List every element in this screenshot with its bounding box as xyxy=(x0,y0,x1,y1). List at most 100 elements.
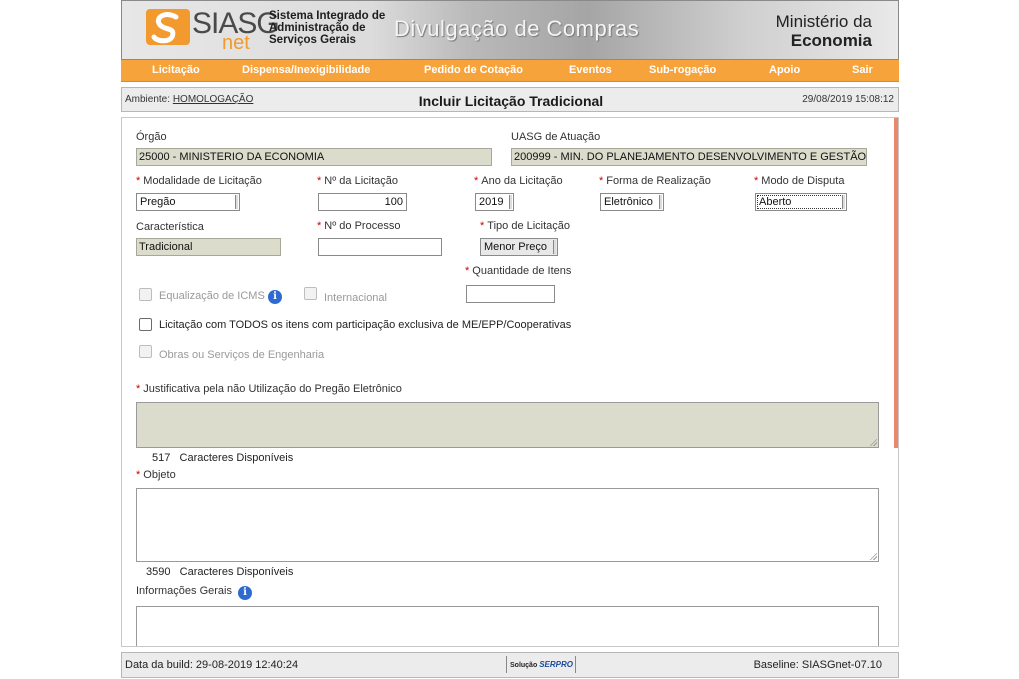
ano-label-text: Ano da Licitação xyxy=(481,175,563,187)
processo-label-text: Nº do Processo xyxy=(324,220,401,232)
forma-select[interactable]: Eletrônico xyxy=(600,193,664,211)
ano-value: 2019 xyxy=(479,196,504,208)
resize-grip-icon[interactable] xyxy=(869,646,877,647)
app-frame: SIASG net Sistema Integrado de Administr… xyxy=(121,0,899,679)
internacional-label: Internacional xyxy=(324,292,387,304)
required-mark: * xyxy=(317,175,322,187)
baseline-version: Baseline: SIASGnet-07.10 xyxy=(753,659,882,671)
serpro-brand: SERPRO xyxy=(539,660,573,669)
objeto-textarea[interactable] xyxy=(136,488,879,562)
build-date: Data da build: 29-08-2019 12:40:24 xyxy=(125,659,299,671)
modalidade-label-text: Modalidade de Licitação xyxy=(143,175,262,187)
forma-label-text: Forma de Realização xyxy=(606,175,711,187)
modalidade-select[interactable]: Pregão xyxy=(136,193,240,211)
dropdown-arrow-icon xyxy=(235,195,238,209)
informacoes-label: Informações Gerais xyxy=(136,585,232,597)
uasg-field: 200999 - MIN. DO PLANEJAMENTO DESENVOLVI… xyxy=(511,148,867,166)
system-name: Sistema Integrado de Administração de Se… xyxy=(269,10,386,46)
main-nav: Licitação Dispensa/Inexigibilidade Pedid… xyxy=(121,60,899,82)
required-mark: * xyxy=(136,383,141,395)
uasg-label: UASG de Atuação xyxy=(511,131,601,143)
obras-label: Obras ou Serviços de Engenharia xyxy=(159,349,325,361)
required-mark: * xyxy=(317,220,322,232)
justificativa-label: * Justificativa pela não Utilização do Pr… xyxy=(136,383,402,395)
ano-select[interactable]: 2019 xyxy=(475,193,514,211)
serpro-logo: Solução SERPRO xyxy=(506,656,576,673)
objeto-count-value: 3590 xyxy=(146,566,171,578)
informacoes-textarea[interactable] xyxy=(136,606,879,647)
nav-item-eventos[interactable]: Eventos xyxy=(569,64,612,76)
tipo-value: Menor Preço xyxy=(484,241,547,253)
objeto-count: 3590 Caracteres Disponíveis xyxy=(146,566,293,578)
modalidade-value: Pregão xyxy=(140,196,176,208)
numero-label: * Nº da Licitação xyxy=(317,175,398,187)
dropdown-arrow-icon xyxy=(842,195,845,209)
current-datetime: 29/08/2019 15:08:12 xyxy=(802,94,894,105)
numero-input[interactable]: 100 xyxy=(318,193,407,211)
ministry-line2: Economia xyxy=(790,31,872,50)
required-mark: * xyxy=(136,175,141,187)
siasg-logo-icon xyxy=(146,9,190,45)
tipo-label-text: Tipo de Licitação xyxy=(487,220,571,232)
page-title: Incluir Licitação Tradicional xyxy=(418,93,604,109)
required-mark: * xyxy=(136,469,141,481)
me-epp-checkbox[interactable] xyxy=(139,318,152,331)
objeto-count-label: Caracteres Disponíveis xyxy=(179,566,294,578)
objeto-label-text: Objeto xyxy=(143,469,176,481)
tipo-select[interactable]: Menor Preço xyxy=(480,238,558,256)
modo-select[interactable]: Aberto xyxy=(755,193,847,211)
scrollbar[interactable] xyxy=(894,118,898,448)
modalidade-label: * Modalidade de Licitação xyxy=(136,175,262,187)
nav-item-apoio[interactable]: Apoio xyxy=(769,64,800,76)
caracteristica-label: Característica xyxy=(136,221,204,233)
modo-label-text: Modo de Disputa xyxy=(761,175,845,187)
modo-label: * Modo de Disputa xyxy=(754,175,844,187)
required-mark: * xyxy=(599,175,604,187)
orgao-label: Órgão xyxy=(136,131,167,143)
internacional-checkbox[interactable] xyxy=(304,287,317,300)
required-mark: * xyxy=(465,265,470,277)
nav-item-pedido-cotacao[interactable]: Pedido de Cotação xyxy=(424,64,523,76)
forma-label: * Forma de Realização xyxy=(599,175,711,187)
nav-item-licitacao[interactable]: Licitação xyxy=(152,64,200,76)
quantidade-label-text: Quantidade de Itens xyxy=(472,265,572,277)
justificativa-textarea[interactable] xyxy=(136,402,879,448)
serpro-prefix: Solução xyxy=(510,662,538,669)
ministry-line1: Ministério da xyxy=(775,12,872,31)
obras-checkbox[interactable] xyxy=(139,345,152,358)
nav-item-sub-rogacao[interactable]: Sub-rogação xyxy=(649,64,716,76)
resize-grip-icon[interactable] xyxy=(869,552,877,560)
quantidade-input[interactable] xyxy=(466,285,555,303)
justificativa-label-text: Justificativa pela não Utilização do Pre… xyxy=(143,383,402,395)
nav-item-dispensa[interactable]: Dispensa/Inexigibilidade xyxy=(242,64,370,76)
processo-input[interactable] xyxy=(318,238,442,256)
form-panel: Órgão 25000 - MINISTERIO DA ECONOMIA UAS… xyxy=(121,117,899,647)
required-mark: * xyxy=(480,220,485,232)
required-mark: * xyxy=(754,175,759,187)
environment-bar: Ambiente: HOMOLOGAÇÃO Incluir Licitação … xyxy=(121,87,899,112)
justificativa-count-value: 517 xyxy=(152,452,171,464)
dropdown-arrow-icon xyxy=(509,195,512,209)
tipo-label: * Tipo de Licitação xyxy=(480,220,570,232)
dropdown-arrow-icon xyxy=(553,240,556,254)
info-icon[interactable]: i xyxy=(238,586,252,600)
forma-value: Eletrônico xyxy=(604,196,653,208)
me-epp-label: Licitação com TODOS os itens com partici… xyxy=(159,319,572,331)
objeto-label: * Objeto xyxy=(136,469,176,481)
header-banner: SIASG net Sistema Integrado de Administr… xyxy=(121,0,899,60)
equalizacao-checkbox[interactable] xyxy=(139,288,152,301)
nav-item-sair[interactable]: Sair xyxy=(852,64,873,76)
required-mark: * xyxy=(474,175,479,187)
caracteristica-field: Tradicional xyxy=(136,238,281,256)
banner-title: Divulgação de Compras xyxy=(394,16,640,41)
justificativa-count-label: Caracteres Disponíveis xyxy=(179,452,294,464)
resize-grip-icon[interactable] xyxy=(869,438,877,446)
orgao-field: 25000 - MINISTERIO DA ECONOMIA xyxy=(136,148,492,166)
processo-label: * Nº do Processo xyxy=(317,220,400,232)
equalizacao-label: Equalização de ICMS xyxy=(159,290,265,302)
modo-value: Aberto xyxy=(759,196,792,208)
ministry-name: Ministério da Economia xyxy=(776,12,872,50)
ano-label: * Ano da Licitação xyxy=(474,175,563,187)
justificativa-count: 517 Caracteres Disponíveis xyxy=(152,452,293,464)
info-icon[interactable]: i xyxy=(268,290,282,304)
